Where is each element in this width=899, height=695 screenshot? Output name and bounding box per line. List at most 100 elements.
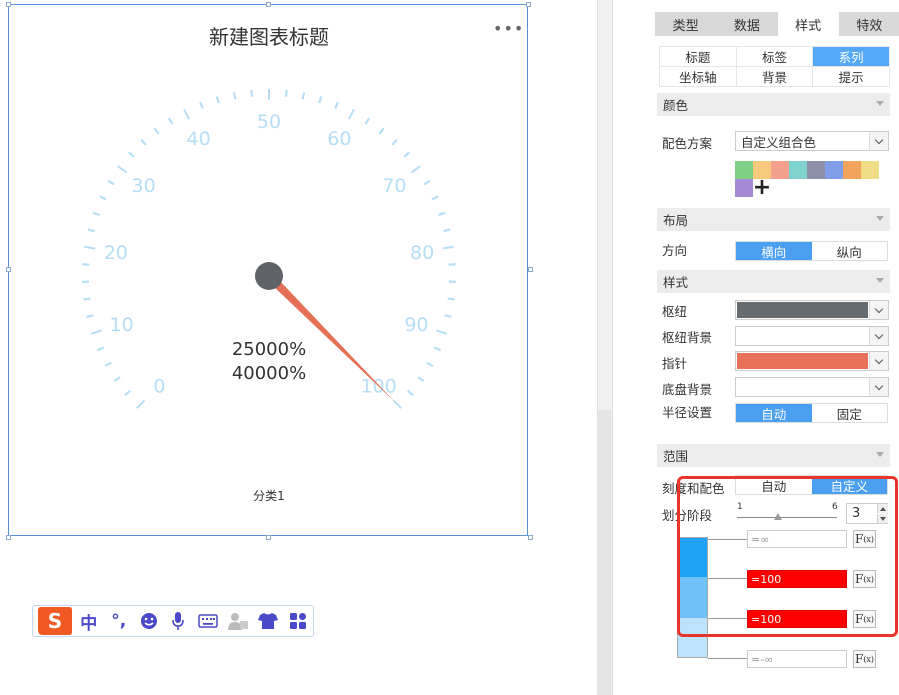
subtab-tooltip[interactable]: 提示 (813, 67, 889, 86)
gauge-minor-tick (113, 376, 121, 383)
chinese-mode-icon[interactable]: 中 (74, 606, 104, 636)
tab-data[interactable]: 数据 (716, 12, 777, 36)
skin-icon[interactable] (253, 606, 283, 636)
gauge-tick-label: 30 (132, 175, 156, 197)
chart-canvas[interactable]: 0 10 20 30 40 50 60 70 80 90 100 25000% 40000% 新建图表标… (8, 4, 528, 536)
category-label: 分类1 (253, 489, 285, 503)
sogou-logo-icon[interactable]: S (34, 605, 74, 637)
range-bound-input[interactable]: =-∞ (747, 650, 847, 668)
gauge-minor-tick (437, 211, 446, 217)
hub-color-select[interactable] (735, 300, 889, 320)
color-swatch[interactable] (789, 161, 807, 179)
color-swatch[interactable] (735, 161, 753, 179)
resize-handle[interactable] (528, 267, 533, 272)
gauge-minor-tick (104, 361, 112, 368)
gauge-minor-tick (107, 179, 115, 186)
resize-handle[interactable] (266, 2, 271, 7)
resize-handle[interactable] (6, 267, 11, 272)
resize-handle[interactable] (528, 535, 533, 540)
gauge-minor-tick (391, 138, 398, 146)
color-swatch[interactable] (843, 161, 861, 179)
dial-bg-color-select[interactable] (735, 377, 889, 397)
more-dots-icon[interactable]: ••• (493, 19, 524, 38)
hub-color-fill (737, 302, 868, 318)
panel-scrollbar-thumb[interactable] (598, 410, 611, 695)
tab-effects[interactable]: 特效 (839, 12, 899, 36)
direction-toggle: 横向 纵向 (735, 241, 888, 261)
hub-bg-color-select[interactable] (735, 326, 889, 346)
radius-auto-option[interactable]: 自动 (736, 404, 812, 422)
gauge-major-tick (183, 108, 190, 120)
gauge-tick-label: 70 (382, 175, 406, 197)
resize-handle[interactable] (526, 2, 531, 7)
punctuation-icon[interactable]: °, (104, 606, 134, 636)
radius-toggle: 自动 固定 (735, 403, 888, 423)
dial-bg-label: 底盘背景 (662, 382, 713, 397)
resize-handle[interactable] (6, 535, 11, 540)
style-subtabs: 标题 标签 系列 坐标轴 背景 提示 (659, 46, 890, 87)
ime-toolbar: S 中 °, (32, 605, 314, 637)
gauge-tick-label: 0 (153, 376, 165, 398)
gauge-tick-label: 80 (410, 242, 434, 264)
radius-label: 半径设置 (662, 405, 713, 420)
gauge-minor-tick (423, 179, 431, 186)
section-range-header[interactable]: 范围 (657, 444, 890, 467)
color-swatch[interactable] (825, 161, 843, 179)
gauge-tick-label: 60 (327, 128, 351, 150)
gauge-value-label: 40000% (232, 363, 306, 384)
emoji-icon[interactable] (134, 606, 164, 636)
pointer-color-select[interactable] (735, 351, 889, 371)
direction-vertical-option[interactable]: 纵向 (811, 242, 887, 260)
subtab-title[interactable]: 标题 (660, 47, 736, 66)
gauge-major-tick (117, 165, 128, 174)
radius-fixed-option[interactable]: 固定 (811, 404, 887, 422)
gauge-minor-tick (318, 96, 323, 104)
gauge-minor-tick (99, 195, 107, 201)
section-color-header[interactable]: 颜色 (657, 93, 890, 116)
gauge-minor-tick (124, 389, 132, 397)
tab-style[interactable]: 样式 (777, 12, 839, 36)
section-range-title: 范围 (663, 449, 689, 464)
color-swatch[interactable] (861, 161, 879, 179)
subtab-label[interactable]: 标签 (736, 47, 813, 66)
gauge-minor-tick (444, 314, 452, 318)
color-scheme-select[interactable]: 自定义组合色 (735, 131, 889, 151)
gauge-minor-tick (250, 89, 254, 97)
section-layout-title: 布局 (663, 213, 689, 228)
subtab-background[interactable]: 背景 (736, 67, 813, 86)
section-style-title: 样式 (663, 275, 689, 290)
subtab-series[interactable]: 系列 (813, 47, 889, 66)
formula-fx-button[interactable]: F (x) (853, 650, 876, 668)
chevron-down-icon (869, 327, 888, 345)
subtab-axis[interactable]: 坐标轴 (660, 67, 736, 86)
gauge-tick-label: 50 (257, 111, 281, 133)
section-layout-header[interactable]: 布局 (657, 208, 890, 231)
plus-icon[interactable]: + (753, 177, 771, 199)
gauge-major-tick (136, 399, 146, 409)
gauge-minor-tick (140, 138, 147, 146)
color-swatch[interactable] (771, 161, 789, 179)
tab-type[interactable]: 类型 (655, 12, 716, 36)
gauge-major-tick (348, 108, 355, 120)
resize-handle[interactable] (6, 2, 11, 7)
color-swatch[interactable] (735, 179, 753, 197)
gauge-minor-tick (301, 92, 306, 100)
gauge-tick-label: 90 (404, 314, 428, 336)
gauge-minor-tick (443, 228, 451, 233)
section-style-header[interactable]: 样式 (657, 270, 890, 293)
account-icon[interactable] (223, 606, 253, 636)
gauge-minor-tick (232, 92, 237, 100)
keyboard-icon[interactable] (193, 606, 223, 636)
direction-horizontal-option[interactable]: 横向 (736, 242, 812, 260)
gauge-minor-tick (334, 101, 339, 110)
toolbox-icon[interactable] (283, 606, 313, 636)
gauge-minor-tick (378, 127, 385, 135)
color-swatch[interactable] (807, 161, 825, 179)
microphone-icon[interactable] (164, 606, 194, 636)
gauge-minor-tick (431, 195, 439, 201)
gauge-hub (255, 262, 283, 290)
section-color-title: 颜色 (663, 98, 689, 113)
collapse-caret-icon (876, 278, 884, 283)
chart-title[interactable]: 新建图表标题 (9, 21, 529, 50)
resize-handle[interactable] (266, 535, 271, 540)
